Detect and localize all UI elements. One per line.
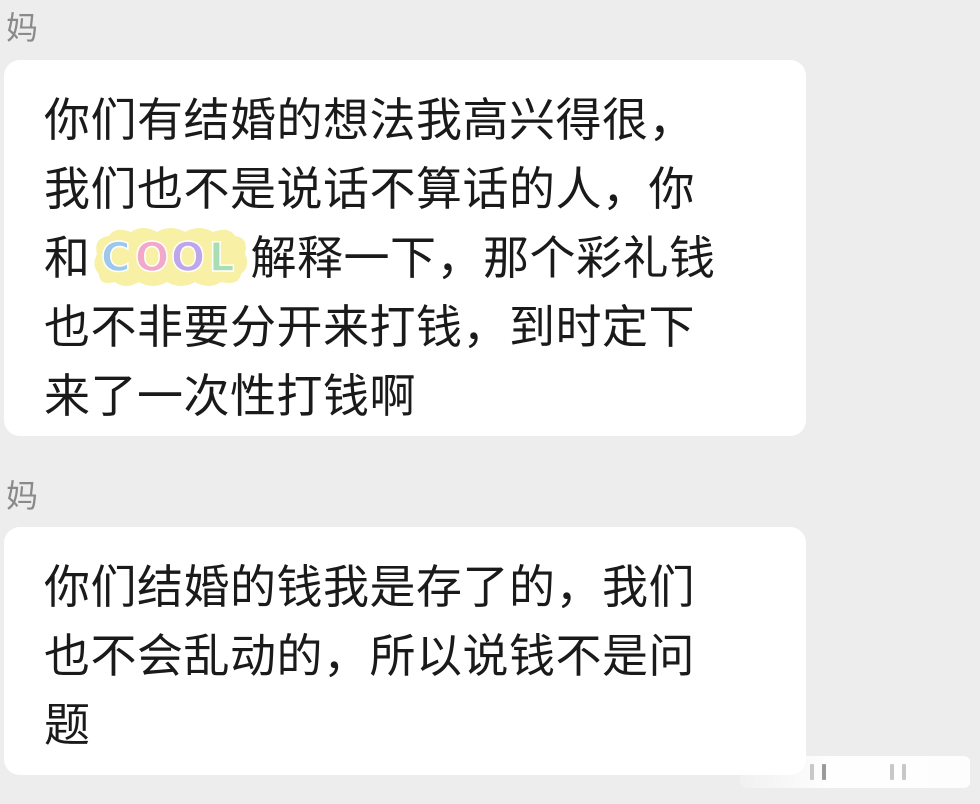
sender-name: 妈 (6, 477, 39, 515)
watermark-bar (810, 764, 814, 780)
message-text-fragment: 解释一下，那个彩礼钱 (250, 231, 716, 285)
message-line: 也不会乱动的，所以说钱不是问 (44, 629, 695, 683)
watermark-blur (740, 756, 970, 788)
cool-sticker-icon: C O O L (93, 227, 247, 286)
watermark-bar (822, 764, 826, 780)
message-line: 题 (44, 698, 91, 752)
message-bubble[interactable]: 你们结婚的钱我是存了的，我们 也不会乱动的，所以说钱不是问 题 (4, 527, 806, 775)
sticker-letter-o2: O (171, 235, 206, 281)
sender-name: 妈 (6, 9, 39, 47)
message-line: 你们结婚的钱我是存了的，我们 (44, 560, 695, 614)
message-line: 也不非要分开来打钱，到时定下 (44, 300, 695, 354)
message-text: 你们结婚的钱我是存了的，我们 也不会乱动的，所以说钱不是问 题 (44, 553, 776, 760)
message-line: 我们也不是说话不算话的人，你 (44, 162, 695, 216)
message-bubble[interactable]: 你们有结婚的想法我高兴得很， 我们也不是说话不算话的人，你 和 C O O L … (4, 60, 806, 436)
watermark-bar (902, 764, 906, 780)
watermark-bar (890, 764, 894, 780)
sticker-letter-c: C (101, 235, 131, 281)
message-text-fragment: 和 (44, 231, 91, 285)
sticker-letter-o1: O (135, 235, 170, 281)
message-line: 你们有结婚的想法我高兴得很， (44, 93, 695, 147)
message-line: 来了一次性打钱啊 (44, 369, 416, 423)
sticker-letter-l: L (209, 235, 235, 281)
message-text: 你们有结婚的想法我高兴得很， 我们也不是说话不算话的人，你 和 C O O L … (44, 86, 776, 431)
message-line: 和 C O O L 解释一下，那个彩礼钱 (44, 224, 776, 293)
